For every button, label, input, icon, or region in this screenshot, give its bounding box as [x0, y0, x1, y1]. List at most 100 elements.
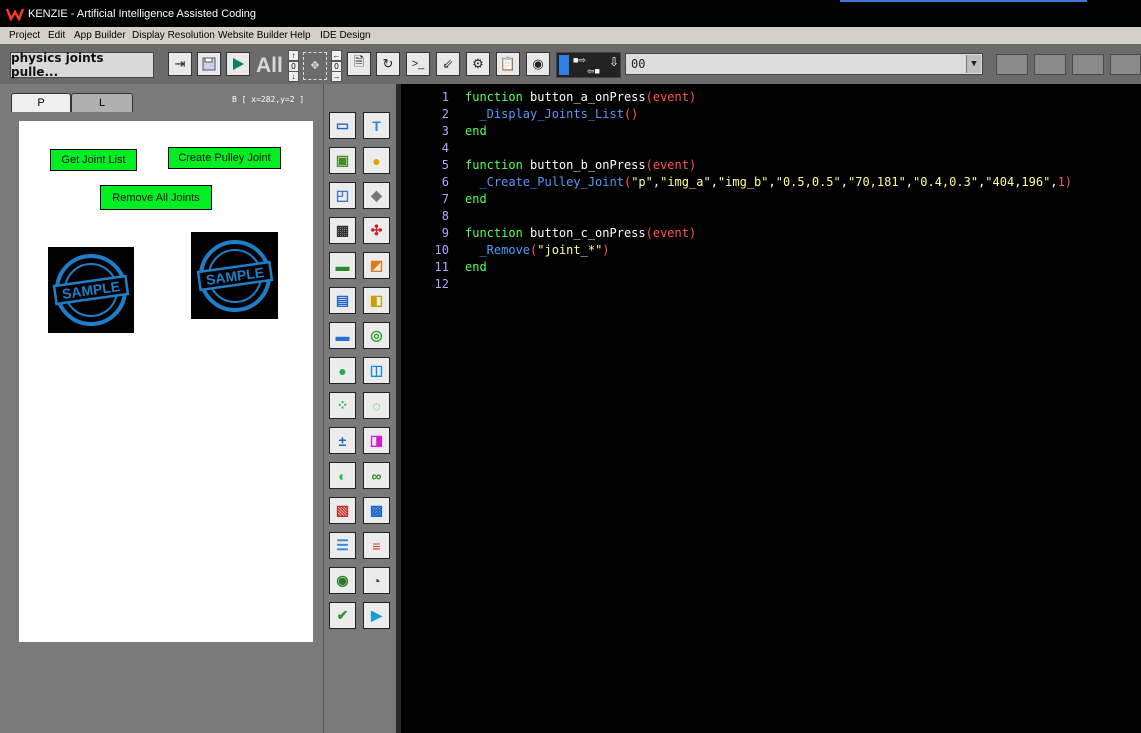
- text-tool-button[interactable]: T: [363, 112, 390, 139]
- code-keyword: function: [465, 158, 523, 172]
- code-param: event: [652, 90, 689, 104]
- refresh-button[interactable]: ↻: [376, 52, 400, 76]
- move-handle-icon[interactable]: ✥: [303, 52, 327, 80]
- nudge-right-button[interactable]: →: [331, 71, 342, 82]
- nudge-left-button[interactable]: ←: [331, 50, 342, 61]
- textbox-tool-button[interactable]: ▭: [329, 112, 356, 139]
- node-tool-button[interactable]: ◎: [363, 322, 390, 349]
- web-icon: ▩: [369, 502, 384, 518]
- import-button[interactable]: ⇙: [436, 52, 460, 76]
- image-slider-tool-button[interactable]: ◰: [329, 182, 356, 209]
- code-editor[interactable]: 1 2 3 4 5 6 7 8 9 10 11 12 function button_a_onPress…: [401, 84, 1141, 733]
- remove-all-joints-button[interactable]: Remove All Joints: [100, 185, 212, 210]
- shape-attach-tool-button[interactable]: ◧: [363, 287, 390, 314]
- code-line[interactable]: _Remove("joint_*"): [465, 243, 609, 257]
- save-button[interactable]: [197, 52, 221, 76]
- chain-tool-button[interactable]: ∞: [363, 462, 390, 489]
- slider-bar-tool-button[interactable]: ▬: [329, 322, 356, 349]
- menu-help[interactable]: Help: [290, 30, 311, 41]
- project-name-button[interactable]: physics joints pulle...: [10, 51, 154, 79]
- code-line[interactable]: function button_a_onPress(event): [465, 90, 696, 104]
- toolbar-blank-button-4[interactable]: [1110, 54, 1141, 75]
- timer-tool-button[interactable]: ◔: [363, 567, 390, 594]
- grid-icon: ▦: [335, 222, 350, 238]
- grid-tool-button[interactable]: ▦: [329, 217, 356, 244]
- speaker-icon: ◉: [532, 56, 544, 71]
- code-line[interactable]: end: [465, 192, 487, 206]
- nudge-down-left-button[interactable]: ↓: [288, 71, 299, 82]
- shape-attach-icon: ◧: [369, 292, 384, 308]
- code-keyword: end: [465, 124, 487, 138]
- clapper-tool-button[interactable]: ▶: [363, 602, 390, 629]
- menu-project[interactable]: Project: [9, 30, 40, 41]
- toolbar-blank-button-1[interactable]: [996, 54, 1028, 75]
- line-number: 4: [441, 141, 449, 155]
- code-line[interactable]: function button_b_onPress(event): [465, 158, 696, 172]
- terminal-button[interactable]: >_: [406, 52, 430, 76]
- tab-l[interactable]: L: [71, 93, 133, 112]
- joint-tool-button[interactable]: ✣: [363, 217, 390, 244]
- settings-button[interactable]: ⚙: [466, 52, 490, 76]
- chevron-down-icon[interactable]: ▼: [966, 55, 981, 73]
- code-line[interactable]: function button_c_onPress(event): [465, 226, 696, 240]
- code-keyword: end: [465, 192, 487, 206]
- radio-tool-button[interactable]: ◉: [329, 567, 356, 594]
- progress-tool-button[interactable]: ▬: [329, 252, 356, 279]
- menu-website-builder[interactable]: Website Builder: [218, 30, 288, 41]
- code-line[interactable]: end: [465, 260, 487, 274]
- layer-order-controls[interactable]: ■⇨ ⇦■ ⇩: [556, 52, 621, 78]
- code-call: _Remove: [479, 243, 531, 257]
- line-number: 5: [441, 158, 449, 172]
- round-button-tool-button[interactable]: ●: [363, 147, 390, 174]
- design-panel: P L B [ x=282,y=2 ] Get Joint List Creat…: [0, 84, 323, 733]
- stepper-tool-button[interactable]: ±: [329, 427, 356, 454]
- html-tool-button[interactable]: ▧: [329, 497, 356, 524]
- switch-tool-button[interactable]: ◐: [329, 462, 356, 489]
- select-all-button[interactable]: All: [256, 54, 283, 78]
- sample-stamp-image-a[interactable]: SAMPLE: [48, 247, 134, 333]
- menu-display-resolution[interactable]: Display Resolution: [132, 30, 215, 41]
- spinner-tool-button[interactable]: ⁘: [329, 392, 356, 419]
- create-pulley-joint-button[interactable]: Create Pulley Joint: [168, 147, 281, 169]
- shape-tool-button[interactable]: ◆: [363, 182, 390, 209]
- sample-stamp-image-b[interactable]: SAMPLE: [191, 232, 278, 319]
- export-icon: ⇥: [174, 56, 186, 71]
- web-tool-button[interactable]: ▩: [363, 497, 390, 524]
- toolbar-blank-button-3[interactable]: [1072, 54, 1104, 75]
- code-function-name: button_c_onPress: [530, 226, 646, 240]
- run-button[interactable]: [226, 52, 250, 76]
- menu-app-builder[interactable]: App Builder: [74, 30, 126, 41]
- flowchart-tool-button[interactable]: ◫: [363, 357, 390, 384]
- code-keyword: function: [465, 226, 523, 240]
- code-line[interactable]: _Display_Joints_List(): [465, 107, 638, 121]
- get-joint-list-button[interactable]: Get Joint List: [50, 149, 137, 171]
- clipboard-button[interactable]: 📋: [496, 52, 520, 76]
- title-accent-strip: [840, 0, 1087, 2]
- pink-node-tool-button[interactable]: ◨: [363, 427, 390, 454]
- toolbar-blank-button-2[interactable]: [1034, 54, 1066, 75]
- textarea-tool-button[interactable]: ▤: [329, 287, 356, 314]
- sound-button[interactable]: ◉: [526, 52, 550, 76]
- clipboard-icon: 📋: [499, 56, 517, 71]
- checkbox-tool-button[interactable]: ✔: [329, 602, 356, 629]
- resolution-select[interactable]: 00 ▼: [625, 53, 983, 75]
- code-string: "0.4,0.3": [913, 175, 979, 189]
- list-tool-button[interactable]: ≡: [363, 532, 390, 559]
- toggle-slider-tool-button[interactable]: ●: [329, 357, 356, 384]
- nudge-up-left-button[interactable]: ↑: [288, 50, 299, 61]
- code-string: "img_b": [717, 175, 769, 189]
- menu-tool-button[interactable]: ☰: [329, 532, 356, 559]
- menu-ide-design[interactable]: IDE Design: [320, 30, 371, 41]
- code-call: _Display_Joints_List: [479, 107, 624, 121]
- image-tool-button[interactable]: ▣: [329, 147, 356, 174]
- code-line[interactable]: _Create_Pulley_Joint("p","img_a","img_b"…: [465, 175, 1072, 189]
- connector-tool-button[interactable]: ◌: [363, 392, 390, 419]
- shape-drag-tool-button[interactable]: ◩: [363, 252, 390, 279]
- menu-edit[interactable]: Edit: [48, 30, 65, 41]
- properties-button[interactable]: 🗎: [347, 52, 371, 76]
- tab-p[interactable]: P: [11, 93, 71, 112]
- export-button[interactable]: ⇥: [168, 52, 192, 76]
- design-canvas[interactable]: Get Joint List Create Pulley Joint Remov…: [19, 121, 313, 642]
- code-line[interactable]: end: [465, 124, 487, 138]
- code-string: "0.5,0.5": [775, 175, 841, 189]
